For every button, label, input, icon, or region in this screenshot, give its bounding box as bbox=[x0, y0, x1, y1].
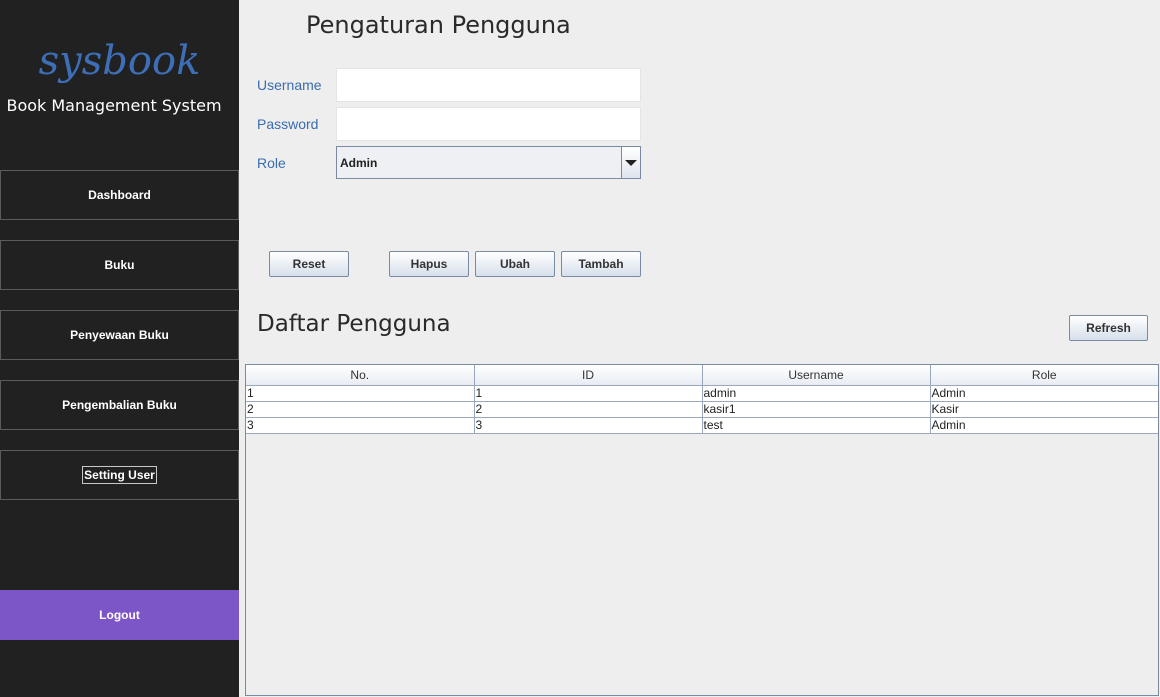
user-table-container[interactable]: No. ID Username Role 1 1 admin Admin 2 2… bbox=[245, 364, 1159, 696]
refresh-button[interactable]: Refresh bbox=[1069, 315, 1148, 341]
chevron-down-icon[interactable] bbox=[621, 147, 640, 178]
user-list-title: Daftar Pengguna bbox=[257, 311, 451, 337]
tambah-button[interactable]: Tambah bbox=[561, 251, 641, 277]
password-field[interactable] bbox=[336, 107, 641, 141]
role-select[interactable]: Admin bbox=[336, 146, 641, 179]
table-row[interactable]: 2 2 kasir1 Kasir bbox=[246, 401, 1158, 418]
table-cell: 1 bbox=[246, 385, 475, 402]
hapus-button[interactable]: Hapus bbox=[389, 251, 469, 277]
nav-dashboard-button[interactable]: Dashboard bbox=[0, 170, 239, 220]
reset-button[interactable]: Reset bbox=[269, 251, 349, 277]
table-cell: admin bbox=[702, 385, 931, 402]
sidebar: sysbook Book Management System Dashboard… bbox=[0, 0, 239, 697]
nav-penyewaan-button[interactable]: Penyewaan Buku bbox=[0, 310, 239, 360]
nav-dashboard-label: Dashboard bbox=[88, 188, 151, 202]
user-table: No. ID Username Role 1 1 admin Admin 2 2… bbox=[246, 365, 1158, 434]
username-field[interactable] bbox=[336, 68, 641, 102]
column-header-username[interactable]: Username bbox=[702, 365, 931, 386]
nav-pengembalian-label: Pengembalian Buku bbox=[62, 398, 177, 412]
role-select-value: Admin bbox=[340, 155, 378, 170]
table-cell: Admin bbox=[930, 385, 1158, 402]
table-cell: 3 bbox=[246, 417, 475, 434]
table-cell: test bbox=[702, 417, 931, 434]
nav-buku-button[interactable]: Buku bbox=[0, 240, 239, 290]
table-cell: 3 bbox=[474, 417, 703, 434]
app-logo: sysbook bbox=[38, 38, 201, 84]
password-label: Password bbox=[257, 116, 319, 132]
table-cell: Kasir bbox=[930, 401, 1158, 418]
table-row[interactable]: 3 3 test Admin bbox=[246, 417, 1158, 434]
table-cell: 2 bbox=[474, 401, 703, 418]
nav-setting-user-label: Setting User bbox=[82, 466, 157, 484]
table-header-row: No. ID Username Role bbox=[246, 365, 1158, 386]
role-label: Role bbox=[257, 155, 286, 171]
column-header-id[interactable]: ID bbox=[474, 365, 703, 386]
logout-button[interactable]: Logout bbox=[0, 590, 239, 640]
app-tagline: Book Management System bbox=[6, 96, 222, 115]
ubah-button[interactable]: Ubah bbox=[475, 251, 555, 277]
table-cell: 1 bbox=[474, 385, 703, 402]
nav-buku-label: Buku bbox=[104, 258, 135, 272]
nav-pengembalian-button[interactable]: Pengembalian Buku bbox=[0, 380, 239, 430]
table-cell: Admin bbox=[930, 417, 1158, 434]
nav-setting-user-button[interactable]: Setting User bbox=[0, 450, 239, 500]
table-row[interactable]: 1 1 admin Admin bbox=[246, 385, 1158, 402]
table-cell: kasir1 bbox=[702, 401, 931, 418]
column-header-no[interactable]: No. bbox=[246, 365, 475, 386]
username-label: Username bbox=[257, 77, 322, 93]
nav-penyewaan-label: Penyewaan Buku bbox=[70, 328, 169, 342]
table-cell: 2 bbox=[246, 401, 475, 418]
page-title: Pengaturan Pengguna bbox=[306, 11, 571, 39]
column-header-role[interactable]: Role bbox=[930, 365, 1158, 386]
